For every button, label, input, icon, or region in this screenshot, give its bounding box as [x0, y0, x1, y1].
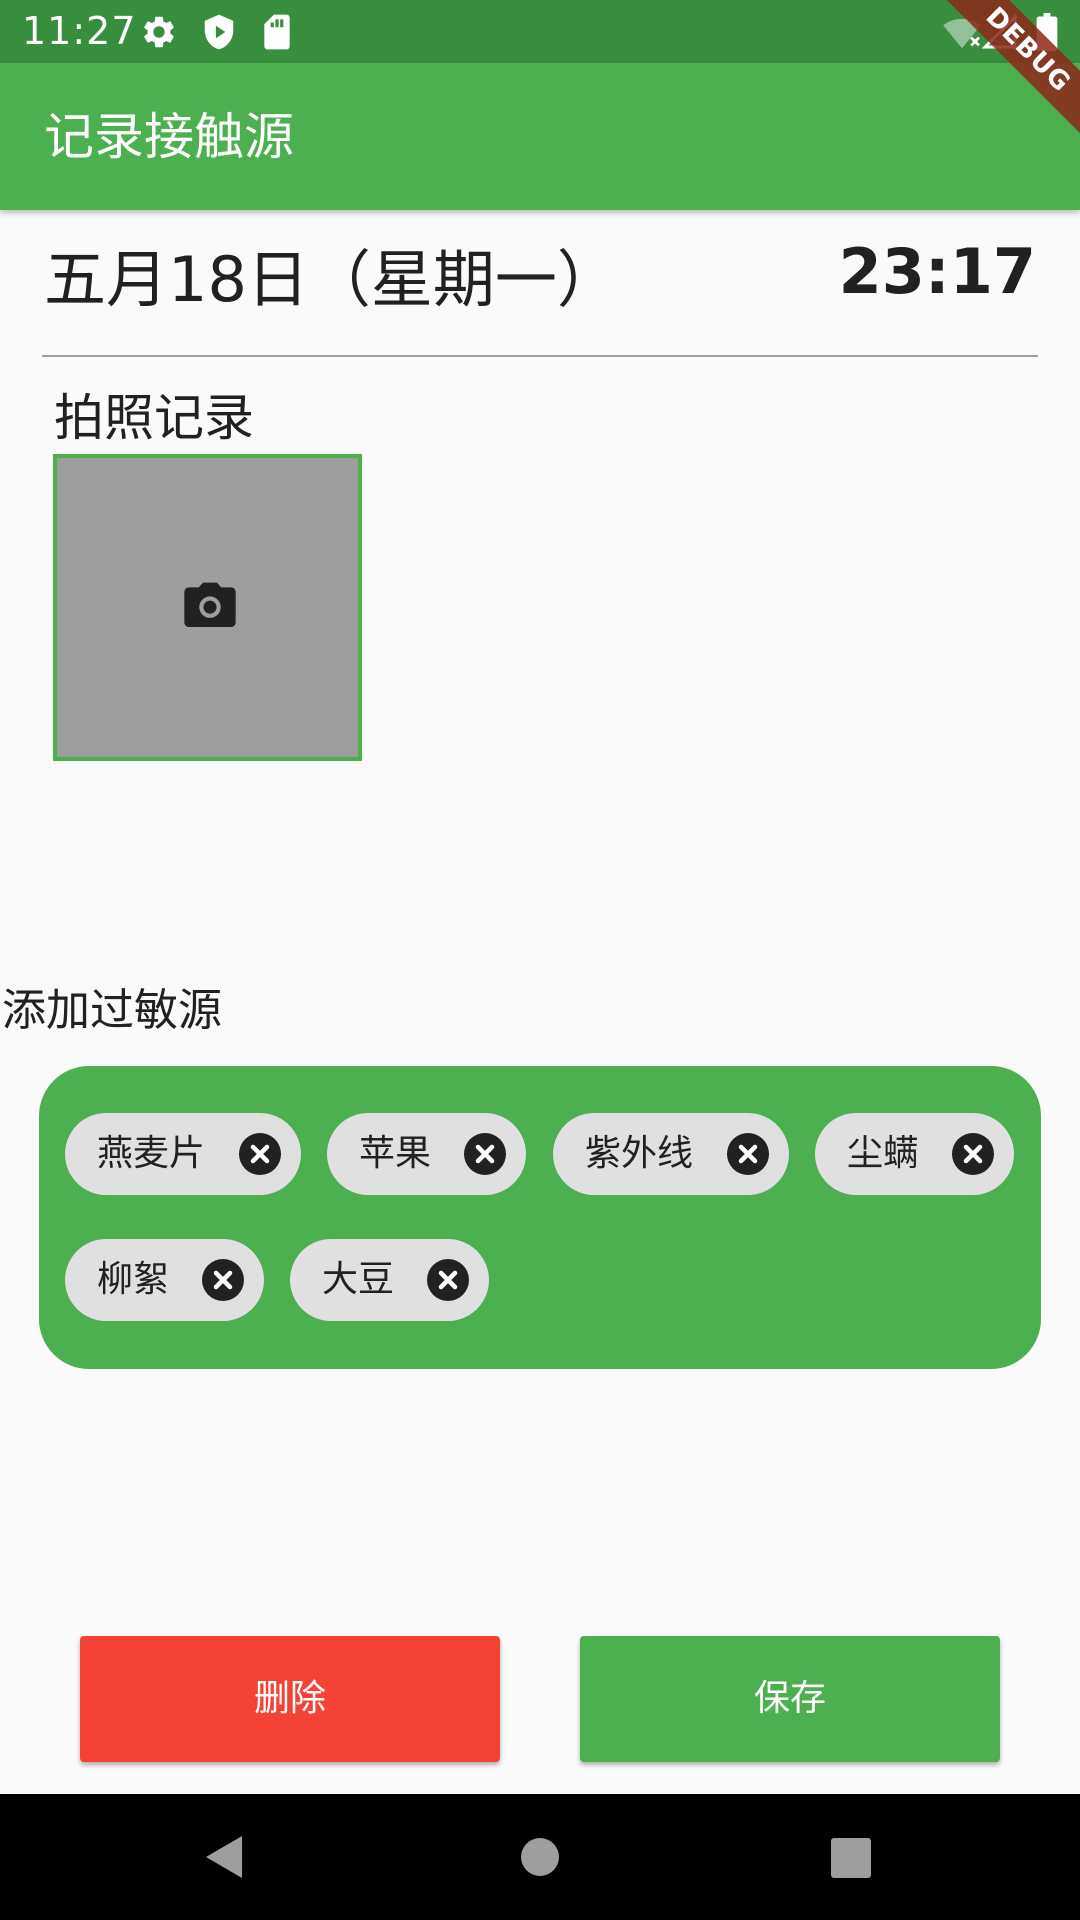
chip-label: 苹果	[359, 1133, 432, 1174]
add-photo-button[interactable]	[53, 454, 362, 761]
allergen-chip[interactable]: 大豆	[290, 1239, 489, 1321]
allergen-chip[interactable]: 柳絮	[65, 1239, 264, 1321]
back-icon[interactable]	[204, 1834, 244, 1884]
divider	[42, 355, 1038, 357]
recent-apps-icon[interactable]	[831, 1838, 871, 1878]
chip-label: 燕麦片	[97, 1133, 206, 1174]
allergen-chip[interactable]: 紫外线	[553, 1113, 789, 1195]
remove-chip-icon[interactable]	[239, 1133, 281, 1175]
photo-section-label: 拍照记录	[54, 389, 254, 447]
remove-chip-icon[interactable]	[464, 1133, 506, 1175]
navigation-bar	[0, 1794, 1080, 1920]
camera-icon	[182, 580, 238, 636]
allergen-section-label: 添加过敏源	[2, 985, 222, 1036]
delete-button[interactable]: 删除	[80, 1636, 500, 1762]
status-time: 11:27	[22, 9, 137, 53]
record-date[interactable]: 五月18日（星期一）	[44, 240, 619, 320]
allergen-chip[interactable]: 尘螨	[815, 1113, 1014, 1195]
remove-chip-icon[interactable]	[727, 1133, 769, 1175]
allergen-chip[interactable]: 燕麦片	[65, 1113, 301, 1195]
page-title: 记录接触源	[44, 108, 294, 166]
sd-card-icon	[260, 13, 294, 55]
app-bar: 记录接触源	[0, 63, 1080, 210]
remove-chip-icon[interactable]	[952, 1133, 994, 1175]
shield-play-icon	[200, 13, 238, 55]
chip-label: 大豆	[322, 1259, 395, 1300]
remove-chip-icon[interactable]	[427, 1259, 469, 1301]
record-time[interactable]: 23:17	[839, 232, 1036, 312]
chip-label: 柳絮	[97, 1259, 170, 1300]
save-button[interactable]: 保存	[580, 1636, 1000, 1762]
status-bar: 11:27	[0, 0, 1080, 63]
chip-label: 紫外线	[585, 1133, 694, 1174]
chip-label: 尘螨	[847, 1133, 920, 1174]
remove-chip-icon[interactable]	[202, 1259, 244, 1301]
allergen-chip[interactable]: 苹果	[327, 1113, 526, 1195]
allergen-chip-panel[interactable]: 燕麦片 苹果 紫外线 尘螨 柳絮 大豆	[39, 1066, 1041, 1369]
gear-icon	[140, 13, 178, 55]
home-icon[interactable]	[521, 1838, 559, 1876]
